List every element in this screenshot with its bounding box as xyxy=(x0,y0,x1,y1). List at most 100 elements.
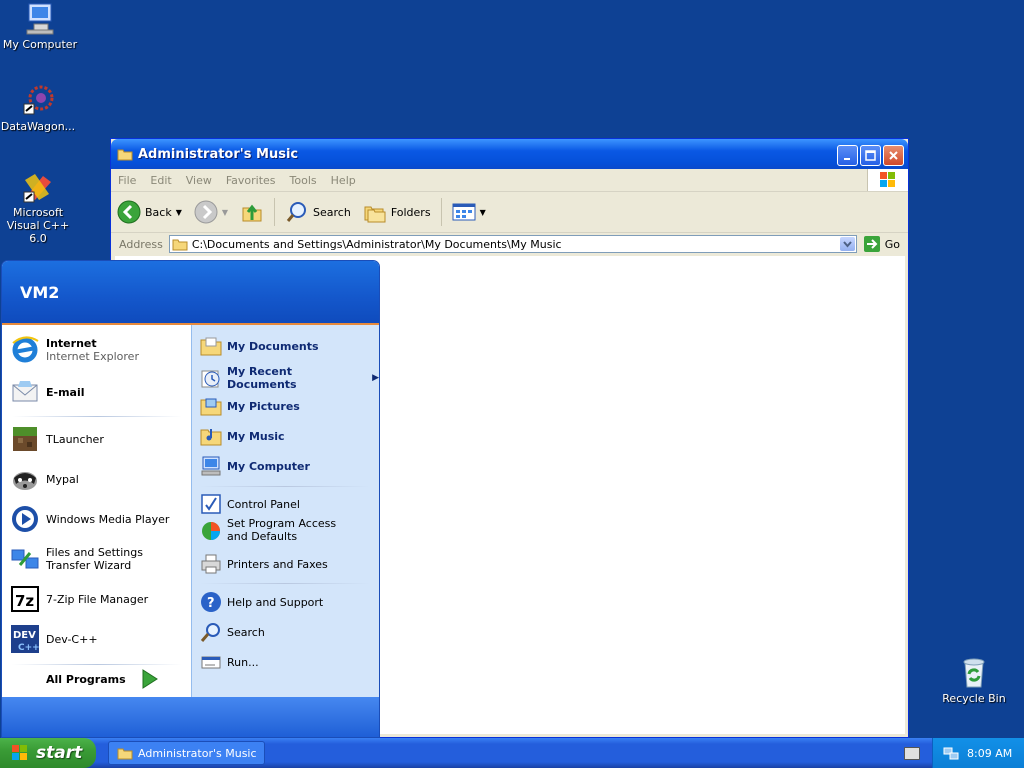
menu-separator xyxy=(12,416,182,417)
start-item-dev-cpp[interactable]: DEV C++ Dev-C++ xyxy=(10,624,98,654)
start-item-email[interactable]: E-mail xyxy=(10,377,85,407)
all-programs-button[interactable]: All Programs xyxy=(46,668,160,690)
start-item-title: E-mail xyxy=(46,385,85,399)
start-item-label: Control Panel xyxy=(227,497,300,511)
taskbar-item-explorer[interactable]: Administrator's Music xyxy=(108,741,265,765)
start-item-label: Printers and Faxes xyxy=(227,557,328,571)
start-item-my-documents[interactable]: My Documents xyxy=(200,335,319,357)
start-item-tlauncher[interactable]: TLauncher xyxy=(10,424,104,454)
menu-file[interactable]: File xyxy=(111,174,143,187)
desktop-icon-visual-cpp[interactable]: Microsoft Visual C++ 6.0 xyxy=(0,170,78,245)
up-folder-button[interactable] xyxy=(234,200,270,224)
desktop-icon-label: Recycle Bin xyxy=(942,692,1006,705)
internet-explorer-icon xyxy=(10,335,40,365)
system-tray: 8:09 AM xyxy=(932,738,1024,768)
start-item-label: Set Program Access and Defaults xyxy=(227,517,337,543)
folder-icon xyxy=(172,239,188,251)
user-name: VM2 xyxy=(20,282,60,302)
views-button[interactable]: ▼ xyxy=(446,202,492,222)
start-item-label: My Music xyxy=(227,429,285,443)
network-icon[interactable] xyxy=(943,745,959,761)
clock[interactable]: 8:09 AM xyxy=(967,747,1012,760)
start-item-label: 7-Zip File Manager xyxy=(46,592,149,606)
address-input[interactable]: C:\Documents and Settings\Administrator\… xyxy=(168,235,857,253)
desktop-icon-datawagon[interactable]: DataWagon... xyxy=(0,84,78,133)
search-button[interactable]: Search xyxy=(279,200,357,224)
printer-icon xyxy=(200,553,222,575)
dev-cpp-icon: DEV C++ xyxy=(10,624,40,654)
address-label: Address xyxy=(119,237,163,251)
up-folder-icon xyxy=(242,204,262,222)
visual-cpp-icon xyxy=(21,170,55,204)
address-bar: Address C:\Documents and Settings\Admini… xyxy=(111,233,908,255)
start-button[interactable]: start xyxy=(0,738,96,768)
7zip-icon: 7z xyxy=(10,584,40,614)
desktop-icon-label: Microsoft Visual C++ 6.0 xyxy=(6,206,70,245)
start-item-label: Help and Support xyxy=(227,595,324,609)
start-item-mypal[interactable]: Mypal xyxy=(10,464,79,494)
start-item-help[interactable]: ? Help and Support xyxy=(200,591,323,613)
start-item-run[interactable]: Run... xyxy=(200,651,259,673)
start-item-control-panel[interactable]: Control Panel xyxy=(200,493,300,515)
start-item-search[interactable]: Search xyxy=(200,621,265,643)
menu-separator xyxy=(12,664,182,665)
start-item-media-player[interactable]: Windows Media Player xyxy=(10,504,169,534)
menu-separator xyxy=(200,583,370,584)
folders-button[interactable]: Folders xyxy=(357,200,437,224)
start-item-subtitle: Internet Explorer xyxy=(46,350,139,363)
toolbar-separator xyxy=(274,198,276,226)
start-item-my-computer[interactable]: My Computer xyxy=(200,455,310,477)
chevron-down-icon: ▼ xyxy=(221,207,229,217)
run-icon xyxy=(200,651,222,673)
pictures-folder-icon xyxy=(200,395,222,417)
back-button[interactable]: Back ▼ xyxy=(111,200,188,224)
media-player-icon xyxy=(10,504,40,534)
forward-button[interactable]: ▼ xyxy=(188,200,234,224)
minimize-button[interactable] xyxy=(837,145,858,166)
go-button[interactable]: Go xyxy=(857,235,908,253)
chevron-down-icon[interactable]: ▼ xyxy=(480,208,486,217)
start-label: start xyxy=(36,743,83,763)
menu-tools[interactable]: Tools xyxy=(283,174,324,187)
start-item-transfer-wizard[interactable]: Files and Settings Transfer Wizard xyxy=(10,544,181,574)
folder-icon xyxy=(200,335,222,357)
chevron-down-icon[interactable]: ▼ xyxy=(176,208,182,217)
control-panel-icon xyxy=(200,493,222,515)
help-icon: ? xyxy=(200,591,222,613)
desktop-icon-my-computer[interactable]: My Computer xyxy=(0,2,80,51)
datawagon-icon xyxy=(21,84,55,118)
start-item-program-access[interactable]: Set Program Access and Defaults xyxy=(200,517,352,543)
start-item-internet[interactable]: Internet Internet Explorer xyxy=(10,335,139,365)
menu-edit[interactable]: Edit xyxy=(143,174,178,187)
close-button[interactable] xyxy=(883,145,904,166)
window-titlebar[interactable]: Administrator's Music xyxy=(111,139,908,169)
toolbar: Back ▼ ▼ Search Folders ▼ xyxy=(111,192,908,233)
maximize-button[interactable] xyxy=(860,145,881,166)
start-item-label: My Pictures xyxy=(227,399,300,413)
desktop-icon-recycle-bin[interactable]: Recycle Bin xyxy=(934,656,1014,705)
start-item-printers[interactable]: Printers and Faxes xyxy=(200,553,328,575)
start-item-label: Mypal xyxy=(46,472,79,486)
folder-icon xyxy=(117,149,133,161)
transfer-wizard-icon xyxy=(10,544,40,574)
start-item-my-pictures[interactable]: My Pictures xyxy=(200,395,300,417)
keyboard-icon[interactable] xyxy=(904,747,920,760)
start-menu-right-pane: My Documents My Recent Documents ▶ My Pi… xyxy=(191,325,379,697)
menu-favorites[interactable]: Favorites xyxy=(219,174,283,187)
start-item-my-music[interactable]: My Music xyxy=(200,425,285,447)
go-label: Go xyxy=(884,237,900,251)
recycle-bin-icon xyxy=(957,656,991,690)
menu-view[interactable]: View xyxy=(179,174,219,187)
start-item-label: TLauncher xyxy=(46,432,104,446)
taskbar-item-label: Administrator's Music xyxy=(138,746,257,760)
email-icon xyxy=(10,377,40,407)
start-item-title: Internet xyxy=(46,337,97,350)
menu-help[interactable]: Help xyxy=(324,174,363,187)
start-item-label: Windows Media Player xyxy=(46,512,170,526)
search-icon xyxy=(286,202,307,222)
start-item-my-recent-documents[interactable]: My Recent Documents ▶ xyxy=(200,365,379,391)
start-item-7zip[interactable]: 7z 7-Zip File Manager xyxy=(10,584,148,614)
my-computer-icon xyxy=(200,455,222,477)
chevron-down-icon[interactable] xyxy=(839,237,855,251)
arrow-right-icon xyxy=(142,669,158,689)
